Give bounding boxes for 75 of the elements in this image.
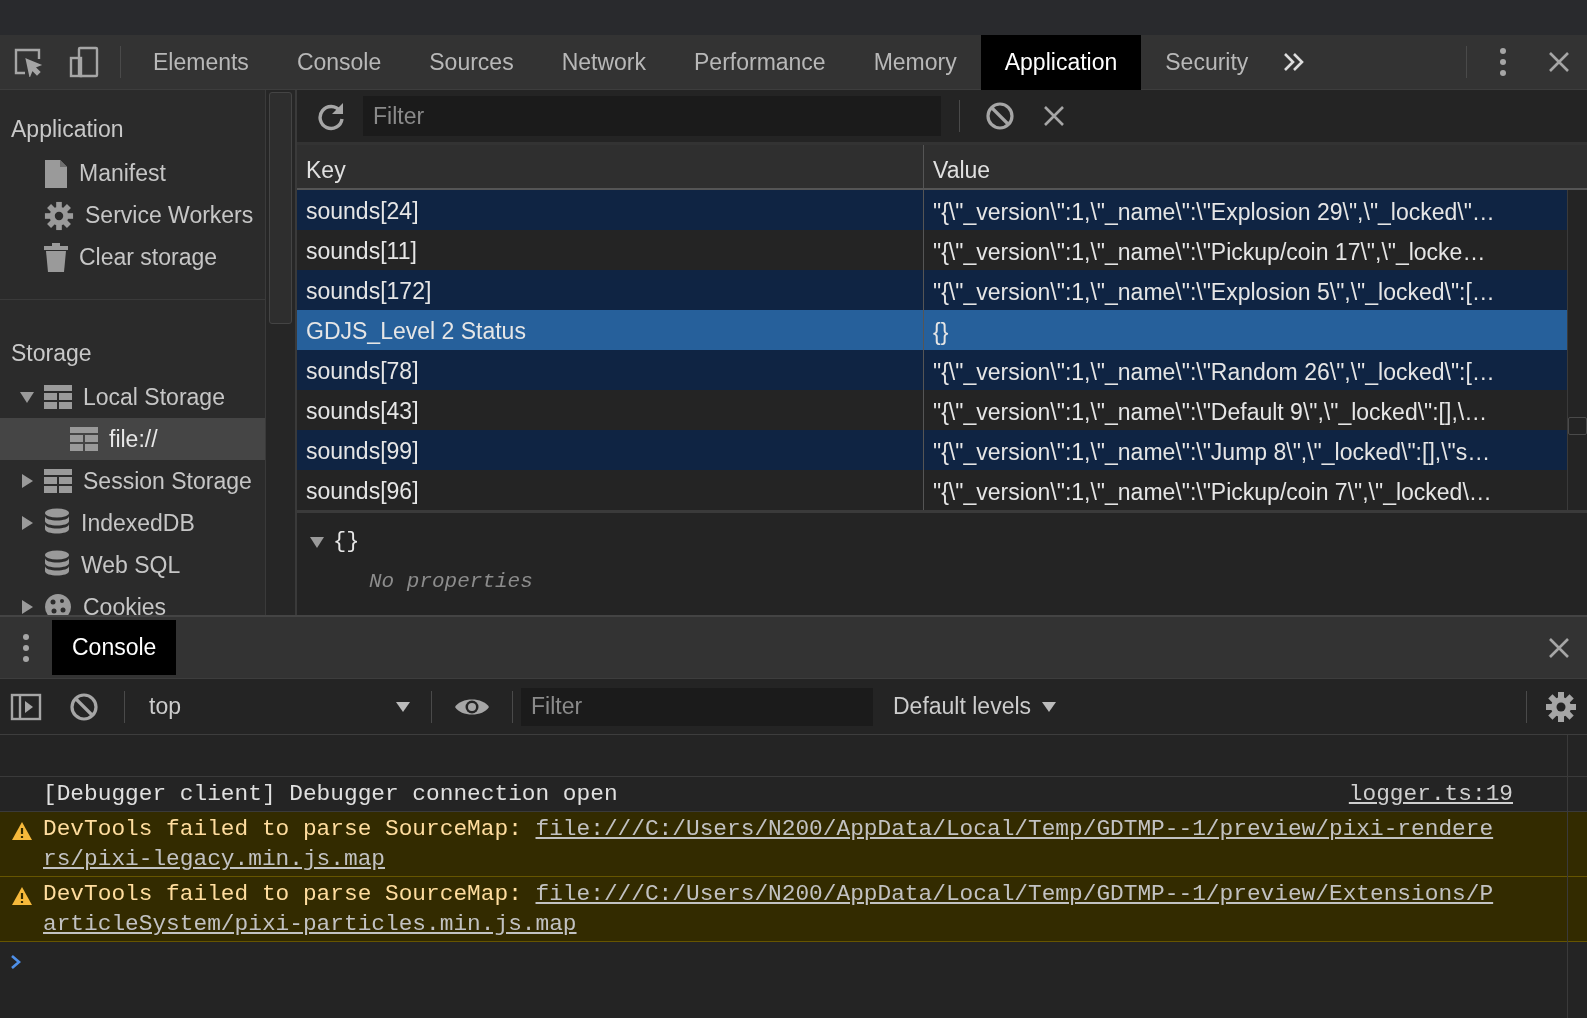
sidebar-item[interactable]: Session Storage: [0, 460, 265, 502]
sidebar-item[interactable]: Local Storage: [0, 376, 265, 418]
table-cell: sounds[96]: [297, 470, 924, 510]
filter-field[interactable]: Filter: [363, 96, 941, 136]
sidebar-item[interactable]: Manifest: [0, 152, 265, 195]
table-cell-text: "{\"_version\":1,\"_name\":\"Random 26\",\"_locked\":[…: [932, 358, 1496, 387]
panel-tab[interactable]: Security: [1141, 34, 1273, 90]
block-icon: [985, 101, 1015, 131]
block-icon: [69, 691, 99, 722]
expand-arrow-icon[interactable]: [19, 473, 35, 489]
sidebar-item[interactable]: Clear storage: [0, 236, 265, 279]
panel-tab[interactable]: Elements: [129, 34, 273, 90]
cursor-icon: [13, 47, 43, 77]
console-message: [Debugger client] Debugger connection open: [43, 780, 618, 809]
expand-arrow-icon[interactable]: [19, 389, 35, 405]
sidebar-item[interactable]: Service Workers: [0, 194, 265, 237]
expand-arrow-icon[interactable]: [19, 515, 35, 531]
close-icon: [1548, 51, 1570, 73]
table-cell-text: {}: [932, 318, 950, 347]
expand-arrow-icon[interactable]: [19, 599, 35, 615]
levels-dropdown[interactable]: Default levels: [887, 688, 1064, 725]
table-icon: [70, 427, 98, 451]
scrollbar-thumb[interactable]: [269, 92, 292, 324]
source-link[interactable]: logger.ts:19: [1348, 779, 1513, 809]
console-message: DevTools failed to parse SourceMap: file:///C:/Users/N200/AppData/Local/Temp/GDTMP--1/preview/Extensions/ParticleSystem/pixi-particles.min.js.map: [43, 880, 1495, 939]
sidebar-item[interactable]: Cookies: [0, 586, 265, 615]
prompt-icon: [10, 954, 22, 970]
warning-icon: [10, 886, 33, 906]
filter-field[interactable]: Filter: [521, 687, 873, 726]
column-header[interactable]: Key: [297, 145, 924, 188]
menu-icon: [22, 632, 30, 663]
panel-tab[interactable]: Application: [980, 34, 1142, 90]
table-cell-text: "{\"_version\":1,\"_name\":\"Pickup/coin 17\",\"_locke…: [932, 238, 1487, 267]
gear-icon: [44, 200, 74, 231]
table-row[interactable]: sounds[24] "{\"_version\":1,\"_name\":\"Explosion 29\",\"_locked\"…: [297, 190, 1567, 230]
close-icon: [1043, 105, 1065, 127]
table-cell-text: "{\"_version\":1,\"_name\":\"Explosion 29\",\"_locked\"…: [932, 198, 1496, 227]
table-cell-text: "{\"_version\":1,\"_name\":\"Explosion 5\",\"_locked\":[…: [932, 278, 1496, 307]
scrollbar-thumb[interactable]: [1568, 417, 1587, 435]
settings-icon: [1545, 690, 1577, 723]
table-row[interactable]: GDJS_Level 2 Status {}: [297, 310, 1567, 350]
drawer-tab[interactable]: Console: [52, 620, 177, 675]
trash-icon: [44, 242, 68, 273]
table-row[interactable]: sounds[172] "{\"_version\":1,\"_name\":\"Explosion 5\",\"_locked\":[…: [297, 270, 1567, 310]
table-icon: [44, 469, 72, 493]
caret-icon: [395, 700, 411, 713]
table-cell-text: "{\"_version\":1,\"_name\":\"Default 9\",\"_locked\":[],\…: [932, 398, 1489, 427]
panel-tab[interactable]: Memory: [849, 34, 981, 90]
column-header[interactable]: Value: [924, 145, 1587, 188]
double-chevron-icon: [1283, 52, 1306, 72]
table-icon: [44, 385, 72, 409]
close-icon: [1548, 636, 1570, 659]
panel-tab[interactable]: Performance: [670, 34, 850, 90]
menu-icon: [1499, 47, 1507, 77]
panel-tab[interactable]: Network: [537, 34, 670, 90]
sidebar-item[interactable]: IndexedDB: [0, 502, 265, 544]
object-preview: {}: [333, 528, 360, 556]
refresh-icon: [316, 101, 346, 131]
document-icon: [44, 158, 68, 189]
sidebar-item[interactable]: file://: [0, 418, 265, 460]
panel-tab[interactable]: Console: [272, 34, 406, 90]
warning-icon: [10, 821, 33, 841]
section-heading: Application: [10, 115, 125, 144]
panel-tab[interactable]: Sources: [405, 34, 538, 90]
context-dropdown[interactable]: top: [133, 686, 423, 727]
caret-icon: [1041, 700, 1058, 713]
table-cell-text: "{\"_version\":1,\"_name\":\"Jump 8\",\"_locked\":[],\"s…: [932, 438, 1492, 467]
sidebar-item[interactable]: Web SQL: [0, 544, 265, 586]
table-cell-text: "{\"_version\":1,\"_name\":\"Pickup/coin 7\",\"_locked\…: [932, 478, 1493, 507]
sidebar-icon: [10, 692, 42, 721]
section-heading: Storage: [10, 338, 93, 368]
device-icon: [68, 46, 100, 78]
table-row[interactable]: sounds[99] "{\"_version\":1,\"_name\":\"Jump 8\",\"_locked\":[],\"s…: [297, 430, 1567, 470]
table-row[interactable]: sounds[78] "{\"_version\":1,\"_name\":\"Random 26\",\"_locked\":[…: [297, 350, 1567, 390]
empty-properties-text: No properties: [369, 569, 534, 595]
